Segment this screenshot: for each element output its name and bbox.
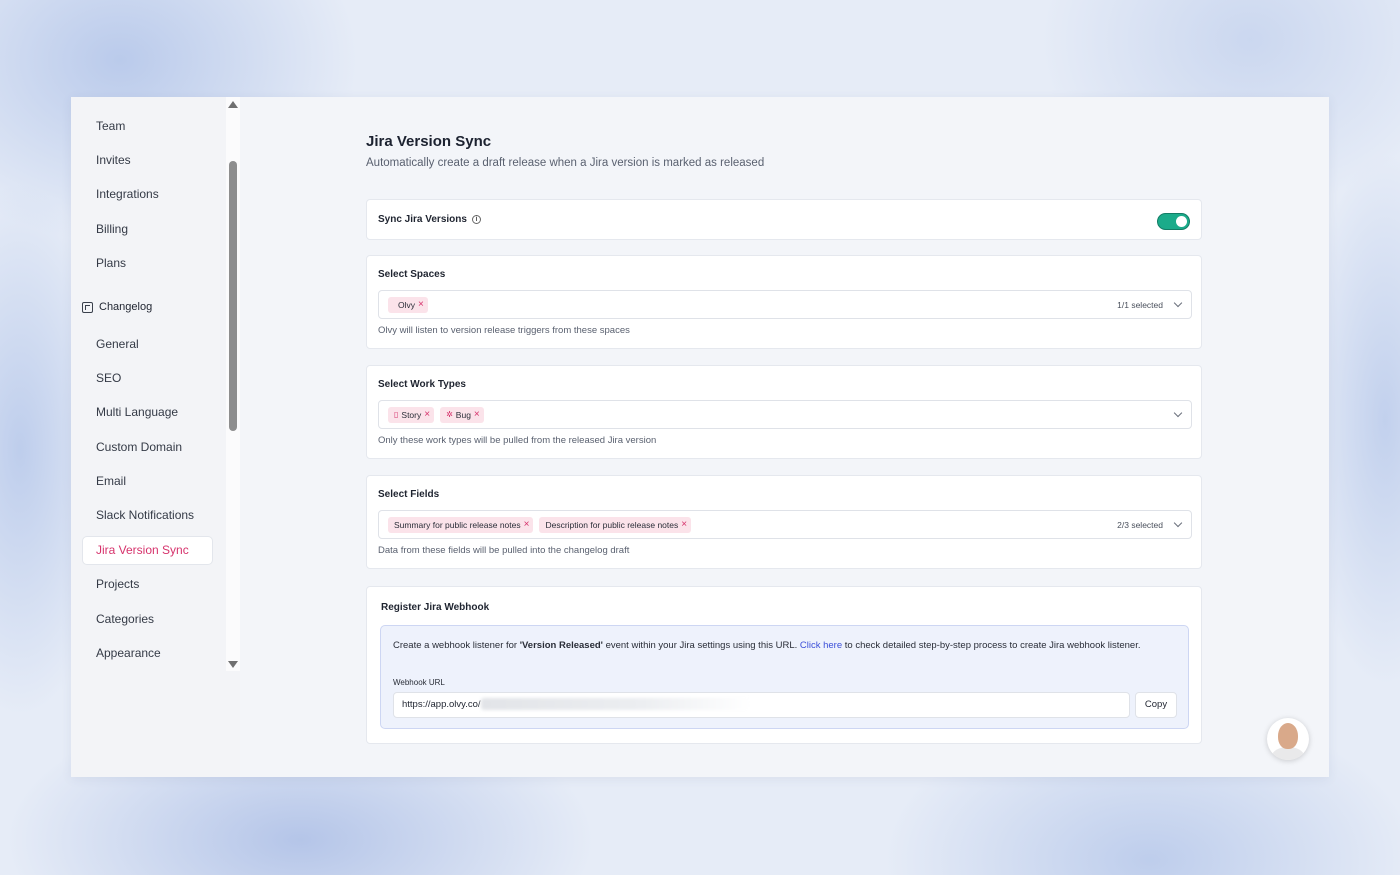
chevron-down-icon[interactable] [1173, 518, 1183, 528]
select-fields-card: Select Fields Summary for public release… [366, 475, 1202, 569]
webhook-desc-part: to check detailed step-by-step process t… [842, 640, 1141, 651]
sidebar-item-billing[interactable]: Billing [82, 215, 213, 244]
scroll-down-arrow-icon[interactable] [228, 661, 238, 668]
spaces-label: Select Spaces [378, 269, 446, 280]
sidebar-item-categories[interactable]: Categories [82, 605, 213, 634]
remove-chip-icon[interactable]: × [418, 299, 424, 310]
user-avatar[interactable] [1267, 718, 1309, 760]
webhook-description: Create a webhook listener for 'Version R… [393, 638, 1178, 654]
select-spaces-card: Select Spaces Olvy × 1/1 selected Olvy w… [366, 255, 1202, 349]
webhook-desc-part: Create a webhook listener for [393, 640, 520, 651]
field-chip-label: Summary for public release notes [394, 519, 521, 530]
webhook-event-name: 'Version Released' [519, 640, 603, 651]
field-chip-summary: Summary for public release notes × [388, 516, 534, 533]
main-content: Jira Version Sync Automatically create a… [240, 97, 1329, 777]
sync-label: Sync Jira Versions [378, 214, 467, 225]
sync-toggle-card: Sync Jira Versions i [366, 199, 1202, 240]
sidebar-item-invites[interactable]: Invites [82, 146, 213, 175]
webhook-url-label: Webhook URL [393, 678, 445, 687]
fields-count: 2/3 selected [1117, 520, 1163, 530]
work-types-help-text: Only these work types will be pulled fro… [378, 435, 657, 446]
space-chip-label: Olvy [398, 299, 415, 310]
bug-icon: ✲ [446, 410, 453, 419]
sidebar: Team Invites Integrations Billing Plans … [71, 97, 240, 777]
page-subtitle: Automatically create a draft release whe… [366, 157, 765, 169]
page-title: Jira Version Sync [366, 133, 492, 150]
register-webhook-card: Register Jira Webhook Create a webhook l… [366, 586, 1202, 744]
webhook-title: Register Jira Webhook [381, 602, 490, 613]
sidebar-item-appearance[interactable]: Appearance [82, 639, 213, 668]
work-type-chip-label: Story [401, 409, 422, 420]
sidebar-item-multi-language[interactable]: Multi Language [82, 398, 213, 427]
sidebar-item-seo[interactable]: SEO [82, 364, 213, 393]
work-types-select[interactable]: ▯ Story × ✲ Bug × [378, 400, 1192, 429]
select-work-types-card: Select Work Types ▯ Story × ✲ Bug × Only… [366, 365, 1202, 459]
work-types-label: Select Work Types [378, 379, 466, 390]
webhook-url-value: https://app.olvy.co/ [402, 699, 481, 710]
fields-select[interactable]: Summary for public release notes × Descr… [378, 510, 1192, 539]
sidebar-item-team[interactable]: Team [82, 112, 213, 141]
sidebar-section-label: Changelog [99, 301, 153, 313]
spaces-help-text: Olvy will listen to version release trig… [378, 325, 630, 336]
fields-help-text: Data from these fields will be pulled in… [378, 545, 630, 556]
space-chip: Olvy × [388, 296, 428, 313]
sidebar-scroll-area: Team Invites Integrations Billing Plans … [71, 97, 226, 671]
bookmark-icon: ▯ [394, 410, 399, 419]
work-type-chip-bug: ✲ Bug × [440, 406, 484, 423]
webhook-desc-part: event within your Jira settings using th… [602, 640, 800, 651]
sidebar-item-custom-domain[interactable]: Custom Domain [82, 433, 213, 462]
webhook-info-box: Create a webhook listener for 'Version R… [380, 625, 1189, 729]
webhook-url-input[interactable]: https://app.olvy.co/ [393, 692, 1130, 718]
sidebar-footer-area [71, 671, 240, 777]
sync-label-wrap: Sync Jira Versions i [378, 214, 481, 225]
sidebar-item-integrations[interactable]: Integrations [82, 180, 213, 209]
work-type-chip-story: ▯ Story × [388, 406, 435, 423]
settings-window: Team Invites Integrations Billing Plans … [71, 97, 1329, 777]
redacted-url-blur [480, 698, 751, 711]
scroll-up-arrow-icon[interactable] [228, 101, 238, 108]
sidebar-item-jira-version-sync[interactable]: Jira Version Sync [82, 536, 213, 565]
sidebar-item-general[interactable]: General [82, 330, 213, 359]
spaces-count: 1/1 selected [1117, 300, 1163, 310]
sidebar-item-slack-notifications[interactable]: Slack Notifications [82, 501, 213, 530]
sidebar-item-projects[interactable]: Projects [82, 570, 213, 599]
copy-button[interactable]: Copy [1135, 692, 1177, 718]
fields-label: Select Fields [378, 489, 440, 500]
sidebar-item-plans[interactable]: Plans [82, 249, 213, 278]
info-icon[interactable]: i [471, 214, 481, 224]
sidebar-scroll-thumb[interactable] [229, 161, 237, 431]
remove-chip-icon[interactable]: × [474, 409, 480, 420]
click-here-link[interactable]: Click here [800, 640, 842, 651]
toggle-knob [1176, 216, 1187, 227]
field-chip-label: Description for public release notes [545, 519, 679, 530]
remove-chip-icon[interactable]: × [524, 519, 530, 530]
remove-chip-icon[interactable]: × [424, 409, 430, 420]
chevron-down-icon[interactable] [1173, 298, 1183, 308]
sidebar-item-email[interactable]: Email [82, 467, 213, 496]
changelog-icon [82, 301, 93, 313]
chevron-down-icon[interactable] [1173, 408, 1183, 418]
sidebar-section-changelog: Changelog [82, 296, 213, 318]
sync-toggle[interactable] [1157, 213, 1190, 230]
spaces-select[interactable]: Olvy × 1/1 selected [378, 290, 1192, 319]
remove-chip-icon[interactable]: × [681, 519, 687, 530]
work-type-chip-label: Bug [455, 409, 471, 420]
field-chip-description: Description for public release notes × [539, 516, 692, 533]
avatar-face [1278, 723, 1298, 749]
